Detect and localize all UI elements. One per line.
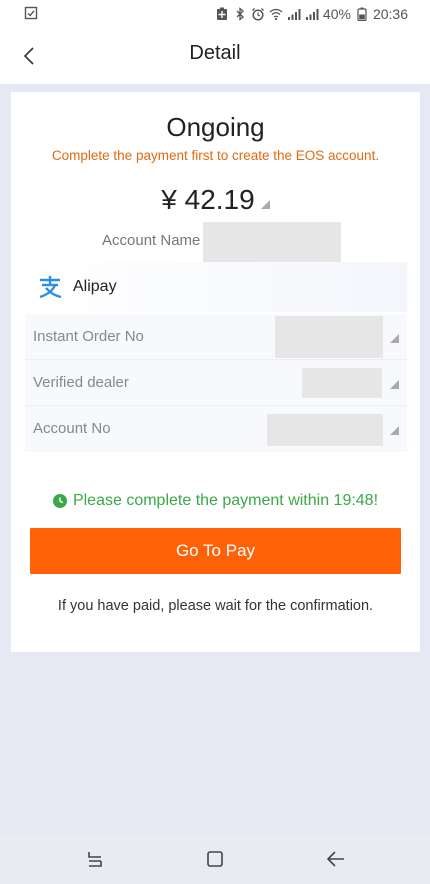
home-button[interactable] [201, 846, 229, 872]
order-amount: ¥ 42.19 [161, 184, 255, 215]
detail-label: Instant Order No [33, 328, 144, 345]
back-arrow-icon [326, 851, 344, 867]
alarm-icon [251, 8, 264, 21]
page-title: Detail [189, 42, 241, 64]
detail-value-redacted [267, 414, 383, 446]
signal-icon-2 [305, 9, 319, 20]
status-time: 20:36 [372, 6, 408, 22]
app-header: Detail [0, 28, 430, 84]
signal-icon [287, 9, 301, 20]
go-to-pay-button[interactable]: Go To Pay [30, 528, 401, 574]
order-card: Ongoing Complete the payment first to cr… [11, 92, 420, 652]
expand-caret-icon [390, 426, 399, 435]
expand-caret-icon [390, 380, 399, 389]
recents-button[interactable] [81, 846, 109, 872]
detail-row-order-no[interactable]: Instant Order No [25, 314, 407, 360]
recents-icon [88, 852, 102, 867]
status-bar: 40% 20:36 [0, 0, 430, 28]
detail-label: Verified dealer [33, 374, 129, 391]
order-status-note: Complete the payment first to create the… [51, 148, 380, 163]
payment-timer: Please complete the payment within 19:48… [11, 492, 420, 510]
detail-row-account-no[interactable]: Account No [25, 406, 407, 452]
battery-icon [357, 7, 367, 21]
system-back-button[interactable] [322, 846, 350, 872]
order-status-title: Ongoing [166, 112, 265, 142]
detail-label: Account No [33, 420, 111, 437]
account-name-value-redacted [203, 222, 341, 264]
bluetooth-icon [236, 7, 244, 21]
checklist-icon [24, 6, 38, 20]
detail-value-redacted [275, 316, 383, 358]
status-icons: 40% 20:36 [215, 5, 408, 23]
expand-caret-icon [390, 334, 399, 343]
battery-saver-icon [216, 7, 227, 20]
detail-row-dealer[interactable]: Verified dealer [25, 360, 407, 406]
payment-method-label: Alipay [73, 278, 117, 295]
order-details: Instant Order No Verified dealer Account… [25, 314, 407, 452]
home-icon [207, 851, 223, 867]
wifi-icon [269, 8, 283, 21]
payment-method: Alipay [27, 262, 407, 312]
battery-percent: 40% [322, 6, 351, 22]
timer-text: Please complete the payment within 19:48… [72, 492, 379, 509]
alipay-icon [39, 276, 62, 299]
wait-confirmation-note: If you have paid, please wait for the co… [57, 598, 374, 614]
order-amount-row[interactable]: ¥ 42.19 [11, 184, 420, 216]
account-name-label: Account Name [102, 232, 201, 249]
system-nav-bar [0, 834, 430, 884]
clock-icon [52, 494, 67, 508]
expand-caret-icon [260, 200, 270, 209]
detail-value-redacted [302, 368, 382, 398]
